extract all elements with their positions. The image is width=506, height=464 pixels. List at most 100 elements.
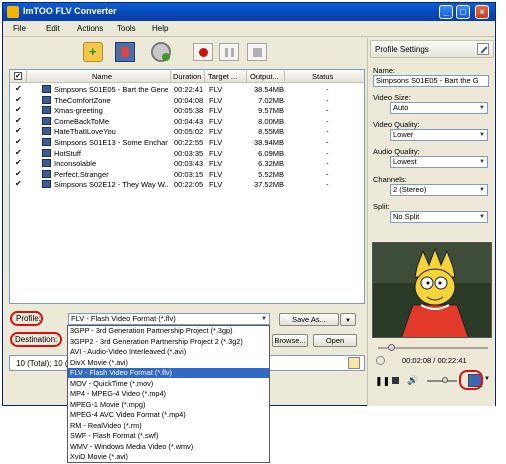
log-icon[interactable]: [348, 357, 360, 369]
table-row[interactable]: ✔ Inconsolable 00:03:43 FLV 6.32MB -: [10, 158, 364, 169]
menu-file[interactable]: File: [13, 24, 26, 33]
select-all-checkbox[interactable]: ✔: [14, 72, 22, 80]
pause-icon[interactable]: ❚❚: [375, 376, 390, 387]
audio-quality-label: Audio Quality:: [373, 147, 420, 156]
convert-button[interactable]: [193, 43, 213, 61]
dropdown-option[interactable]: WMV - Windows Media Video (*.wmv): [68, 442, 269, 452]
volume-handle[interactable]: [442, 377, 448, 383]
pause-icon: [225, 48, 228, 57]
seek-bar[interactable]: [372, 343, 492, 353]
stop-button[interactable]: [247, 43, 267, 61]
table-row[interactable]: ✔ Simpsons S01E05 - Bart the General 00:22…: [10, 84, 364, 95]
split-select[interactable]: No Split ▼: [390, 211, 488, 223]
seek-handle[interactable]: [388, 344, 396, 351]
video-size-select[interactable]: Auto ▼: [390, 102, 488, 114]
cell-status: -: [326, 85, 329, 94]
menu-actions[interactable]: Actions: [77, 24, 103, 33]
row-checkbox[interactable]: ✔: [15, 138, 23, 146]
profile-value: FLV - Flash Video Format (*.flv): [71, 314, 176, 323]
dropdown-option[interactable]: MP4 - MPEG-4 Video (*.mp4): [68, 389, 269, 399]
row-checkbox[interactable]: ✔: [15, 149, 23, 157]
cell-duration: 00:03:15: [174, 169, 204, 179]
dropdown-option[interactable]: 3GPP - 3rd Generation Partnership Projec…: [68, 326, 269, 336]
edit-profile-icon[interactable]: [477, 43, 489, 55]
table-row[interactable]: ✔ Simpsons S02E12 - They Way W... 00:22:05…: [10, 179, 364, 190]
video-quality-select[interactable]: Lower ▼: [390, 129, 488, 141]
cell-status: -: [326, 180, 329, 190]
minimize-button[interactable]: _: [439, 5, 453, 19]
column-status[interactable]: Status: [312, 72, 333, 81]
open-button[interactable]: Open: [313, 334, 357, 347]
menu-edit[interactable]: Edit: [46, 24, 60, 33]
video-file-icon: [42, 180, 51, 189]
column-target[interactable]: Target ...: [208, 72, 237, 81]
table-row[interactable]: ✔ Xmas-greeting 00:05:38 FLV 9.57MB -: [10, 105, 364, 116]
table-row[interactable]: ✔ Simpsons S01E13 - Some Enchan... 00:22:5…: [10, 137, 364, 148]
row-checkbox[interactable]: ✔: [15, 127, 23, 135]
audio-quality-select[interactable]: Lowest ▼: [390, 156, 488, 168]
video-file-icon: [42, 116, 51, 125]
settings-icon[interactable]: [151, 42, 171, 62]
profile-dropdown-list[interactable]: 3GPP - 3rd Generation Partnership Projec…: [67, 325, 270, 463]
table-row[interactable]: ✔ HateThatILoveYou 00:05:02 FLV 8.55MB -: [10, 126, 364, 137]
save-as-button[interactable]: Save As...: [279, 313, 339, 326]
cell-duration: 00:22:05: [174, 180, 204, 190]
dropdown-option[interactable]: FLV - Flash Video Format (*.flv): [68, 368, 269, 379]
pause-button[interactable]: [219, 43, 239, 61]
remove-file-icon[interactable]: [115, 42, 135, 62]
cell-output: 9.57MB: [258, 106, 284, 116]
dropdown-option[interactable]: AVI - Audio-Video Interleaved (*.avi): [68, 347, 269, 357]
cell-status: -: [326, 95, 329, 105]
row-checkbox[interactable]: ✔: [15, 180, 23, 188]
maximize-button[interactable]: □: [456, 5, 470, 19]
dropdown-option[interactable]: SWF - Flash Format (*.swf): [68, 431, 269, 441]
profile-select[interactable]: FLV - Flash Video Format (*.flv) ▼: [68, 313, 270, 325]
browse-button[interactable]: Browse...: [272, 334, 308, 347]
file-list[interactable]: ✔ Name Duration Target ... Output... Sta…: [9, 69, 365, 304]
dropdown-option[interactable]: MPEG-4 AVC Video Format (*.mp4): [68, 410, 269, 420]
row-checkbox[interactable]: ✔: [15, 96, 23, 104]
chevron-down-icon: ▼: [479, 159, 485, 165]
name-field[interactable]: Simpsons S01E05 - Bart the G: [373, 75, 489, 87]
audio-quality-value: Lowest: [393, 157, 417, 166]
table-row[interactable]: ✔ TheComfortZone 00:04:08 FLV 7.02MB -: [10, 95, 364, 106]
channels-value: 2 (Stereo): [393, 185, 427, 194]
video-quality-value: Lower: [393, 130, 414, 139]
video-file-icon: [42, 138, 51, 146]
cell-output: 6.09MB: [258, 148, 284, 158]
cell-name: Simpsons S01E13 - Some Enchan...: [54, 138, 168, 147]
row-checkbox[interactable]: ✔: [15, 170, 23, 178]
menu-bar: File Edit Actions Tools Help: [3, 21, 495, 37]
title-bar[interactable]: ImTOO FLV Converter _ □ ×: [3, 3, 495, 21]
column-output[interactable]: Output...: [250, 72, 279, 81]
column-duration[interactable]: Duration: [173, 72, 201, 81]
row-checkbox[interactable]: ✔: [15, 117, 23, 125]
menu-help[interactable]: Help: [152, 24, 168, 33]
cell-duration: 00:04:43: [174, 116, 204, 126]
dropdown-option[interactable]: DivX Movie (*.avi): [68, 358, 269, 368]
row-checkbox[interactable]: ✔: [15, 106, 23, 114]
save-as-menu-button[interactable]: ▼: [340, 313, 356, 326]
snapshot-highlight: [459, 370, 483, 390]
volume-icon[interactable]: 🔊: [407, 375, 418, 386]
add-file-icon[interactable]: [83, 42, 103, 62]
dropdown-option[interactable]: MOV - QuickTime (*.mov): [68, 379, 269, 389]
time-readout: 00:02:08 / 00:22:41: [402, 356, 467, 365]
menu-tools[interactable]: Tools: [117, 24, 136, 33]
dropdown-option[interactable]: RM - RealVideo (*.rm): [68, 421, 269, 431]
dropdown-option[interactable]: XviD Movie (*.avi): [68, 452, 269, 462]
row-checkbox[interactable]: ✔: [15, 85, 23, 93]
dropdown-option[interactable]: MPEG-1 Movie (*.mpg): [68, 400, 269, 410]
table-row[interactable]: ✔ ComeBackToMe 00:04:43 FLV 8.00MB -: [10, 116, 364, 127]
column-name[interactable]: Name: [92, 72, 112, 81]
row-checkbox[interactable]: ✔: [15, 159, 23, 167]
close-button[interactable]: ×: [475, 5, 489, 19]
dropdown-option[interactable]: 3GPP2 - 3rd Generation Partnership Proje…: [68, 337, 269, 347]
chevron-down-icon[interactable]: ▼: [484, 376, 490, 382]
stop-icon[interactable]: [392, 377, 399, 384]
cell-output: 5.52MB: [258, 169, 284, 179]
video-file-icon: [42, 127, 51, 136]
channels-select[interactable]: 2 (Stereo) ▼: [390, 184, 488, 196]
table-row[interactable]: ✔ Perfect.Stranger 00:03:15 FLV 5.52MB -: [10, 169, 364, 180]
table-row[interactable]: ✔ HotStuff 00:03:35 FLV 6.09MB -: [10, 148, 364, 159]
